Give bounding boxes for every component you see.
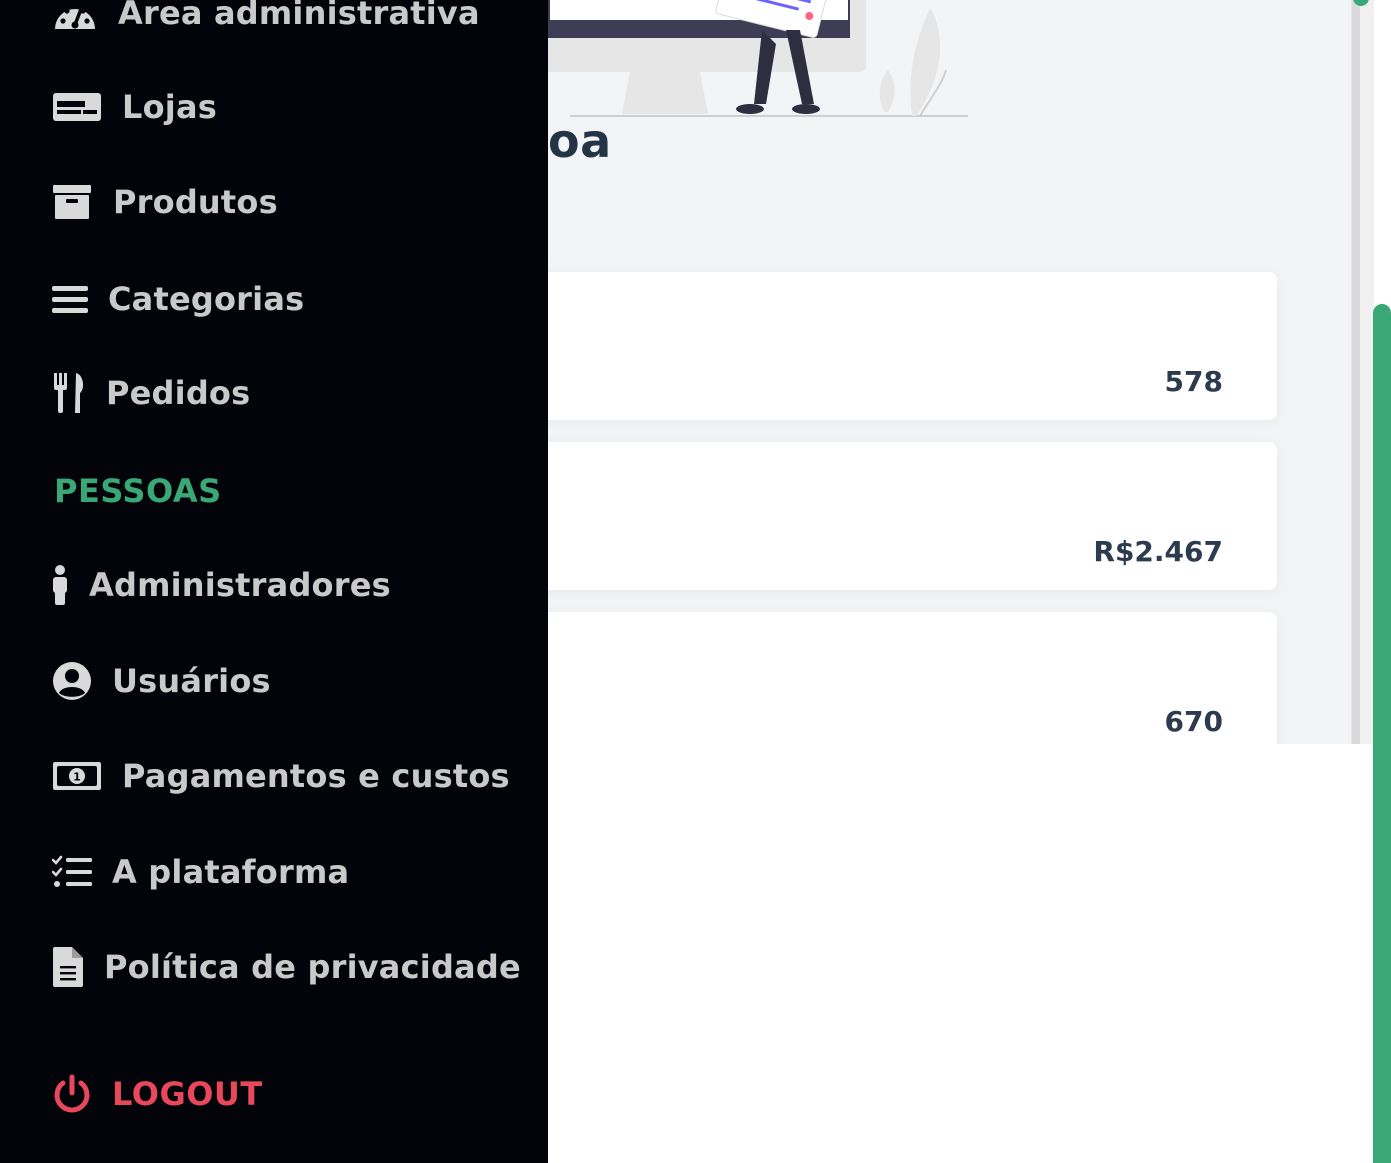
power-icon: [52, 1074, 92, 1114]
sidebar: Área administrativa Lojas Produtos Categ…: [0, 0, 548, 1163]
sidebar-item-label: Categorias: [108, 280, 305, 318]
stat-card: R$2.467: [520, 442, 1277, 590]
sidebar-item-label: Administradores: [89, 566, 391, 604]
sidebar-item-admin-area[interactable]: Área administrativa: [52, 0, 480, 38]
checklist-icon: [52, 855, 92, 889]
sidebar-item-label: Área administrativa: [118, 0, 480, 32]
sidebar-item-label: Pagamentos e custos: [122, 757, 510, 795]
stat-value: 670: [1164, 705, 1223, 738]
page-scrollbar-thumb[interactable]: [1373, 304, 1391, 1163]
bars-list-icon: [52, 284, 88, 314]
svg-text:1: 1: [73, 771, 81, 784]
archive-box-icon: [52, 184, 92, 220]
sidebar-item-label: Produtos: [113, 183, 278, 221]
stat-value: 578: [1164, 365, 1223, 398]
stat-card: 670: [520, 612, 1277, 744]
person-icon: [52, 565, 68, 605]
section-label-people: PESSOAS: [54, 472, 222, 510]
sidebar-item-label: Lojas: [122, 88, 217, 126]
sidebar-item-usuarios[interactable]: Usuários: [52, 656, 271, 706]
sidebar-item-categorias[interactable]: Categorias: [52, 274, 304, 324]
stat-value: R$2.467: [1093, 535, 1223, 568]
app-page: oa 578 R$2.467 670 Área administrativa L…: [0, 0, 1391, 1163]
sidebar-item-plataforma[interactable]: A plataforma: [52, 847, 349, 897]
dashboard-gauge-icon: [52, 0, 98, 33]
sidebar-item-label: Pedidos: [106, 374, 251, 412]
sidebar-item-pedidos[interactable]: Pedidos: [52, 368, 250, 418]
sidebar-item-administradores[interactable]: Administradores: [52, 560, 391, 610]
sidebar-item-label: Política de privacidade: [104, 948, 521, 986]
document-icon: [52, 947, 84, 987]
logout-label: LOGOUT: [112, 1075, 263, 1113]
sidebar-item-label: A plataforma: [112, 853, 350, 891]
page-title: oa: [548, 114, 612, 168]
utensils-icon: [52, 373, 86, 413]
logout-button[interactable]: LOGOUT: [52, 1069, 263, 1119]
sidebar-item-lojas[interactable]: Lojas: [52, 82, 217, 132]
sidebar-item-label: Usuários: [112, 662, 271, 700]
stat-card: 578: [520, 272, 1277, 420]
sidebar-item-produtos[interactable]: Produtos: [52, 177, 278, 227]
storefront-icon: [52, 92, 102, 122]
user-circle-icon: [52, 661, 92, 701]
money-bill-icon: 1: [52, 761, 102, 791]
content-scrollbar-shade: [1352, 0, 1360, 744]
sidebar-item-privacidade[interactable]: Política de privacidade: [52, 942, 521, 992]
sidebar-item-pagamentos[interactable]: 1 Pagamentos e custos: [52, 751, 510, 801]
